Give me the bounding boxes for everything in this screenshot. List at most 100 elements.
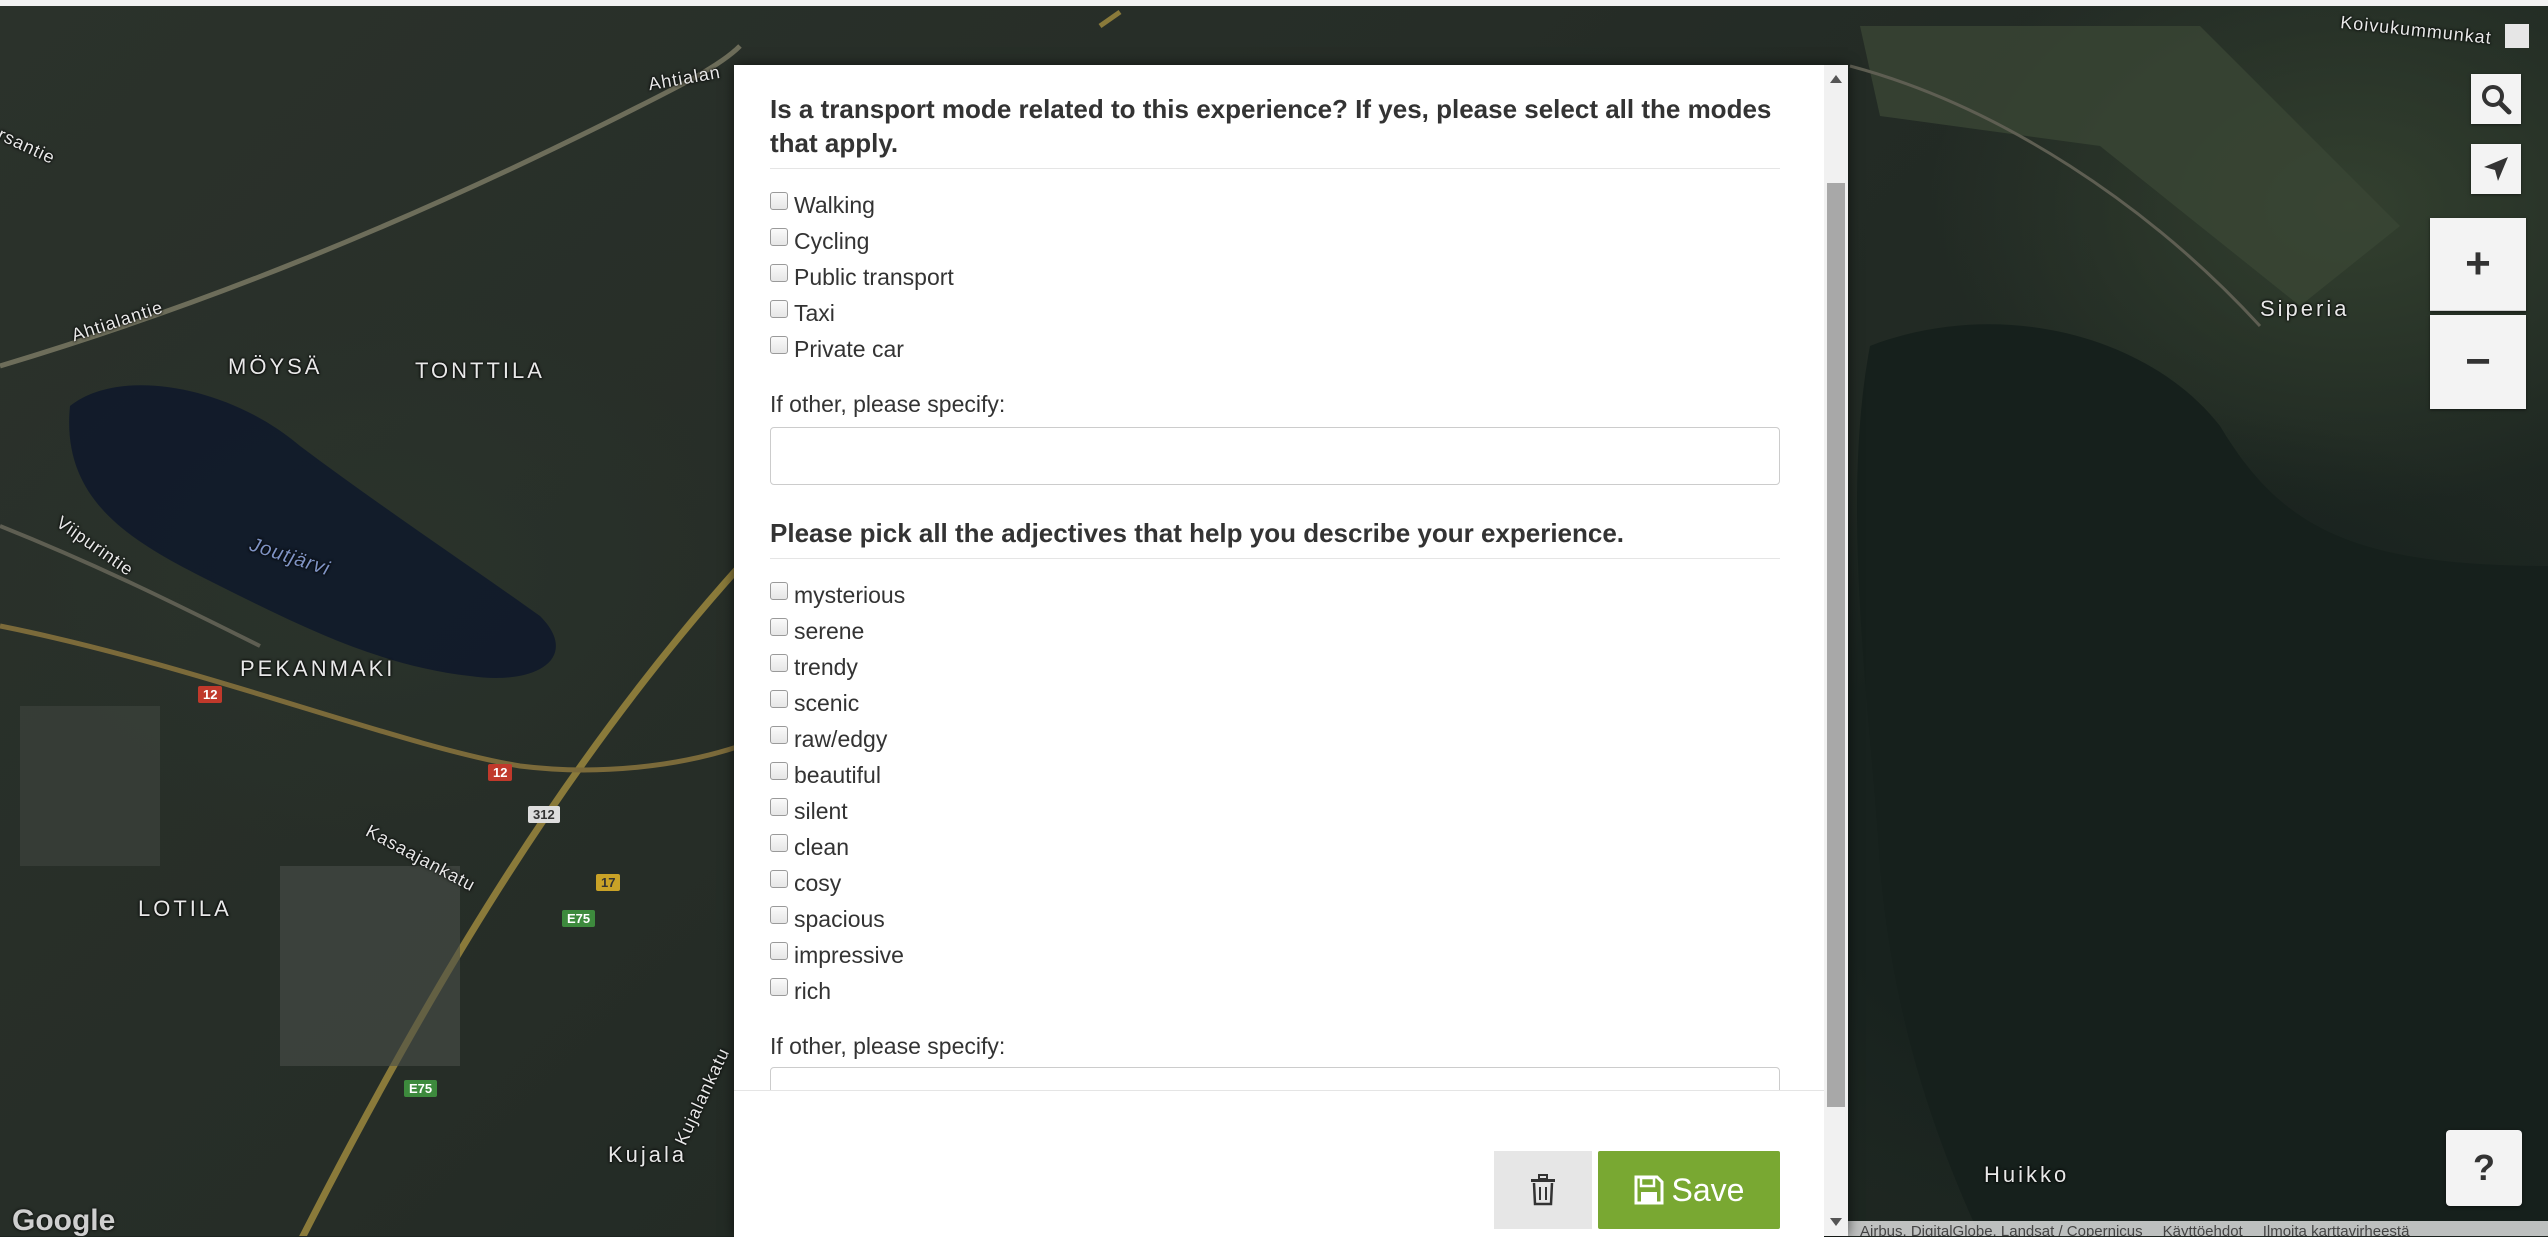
- map-label-kujala: Kujala: [608, 1142, 688, 1167]
- road-shield-12: 12: [198, 686, 223, 703]
- adjective-option-label: rich: [794, 977, 832, 1004]
- transport-option[interactable]: Private car: [770, 331, 954, 367]
- transport-checkbox[interactable]: [770, 228, 788, 246]
- adjective-option[interactable]: raw/edgy: [770, 721, 905, 757]
- transport-option-label: Public transport: [794, 263, 954, 290]
- scroll-up-arrow-icon[interactable]: [1830, 75, 1842, 83]
- adjective-option[interactable]: clean: [770, 829, 905, 865]
- experience-form-dialog: Is a transport mode related to this expe…: [734, 65, 1848, 1237]
- adjective-checkbox[interactable]: [770, 834, 788, 852]
- industrial-area: [280, 866, 460, 1066]
- lake-east: [1857, 324, 2548, 1236]
- adjective-checkbox[interactable]: [770, 762, 788, 780]
- adjectives-other-label: If other, please specify:: [770, 1033, 1006, 1059]
- adjective-option-label: cosy: [794, 869, 842, 896]
- delete-button[interactable]: [1494, 1151, 1592, 1229]
- adjective-option-label: trendy: [794, 653, 858, 680]
- map-search-button[interactable]: [2471, 74, 2521, 124]
- adjective-checkbox[interactable]: [770, 726, 788, 744]
- navigation-arrow-icon: [2484, 157, 2508, 181]
- industrial-area-2: [20, 706, 160, 866]
- adjective-checkbox[interactable]: [770, 582, 788, 600]
- map-label-lotila: LOTILA: [138, 896, 232, 921]
- adjective-checkbox[interactable]: [770, 690, 788, 708]
- adjective-option-label: raw/edgy: [794, 725, 888, 752]
- terms-link[interactable]: Käyttöehdot: [2163, 1223, 2243, 1236]
- attribution-imagery: Airbus, DigitalGlobe, Landsat / Copernic…: [1860, 1223, 2143, 1236]
- zoom-out-button[interactable]: −: [2430, 315, 2526, 409]
- adjective-option-label: spacious: [794, 905, 885, 932]
- road-shield-e75: E75: [404, 1080, 438, 1097]
- lake-joutjarvi: [69, 385, 556, 678]
- transport-option-label: Private car: [794, 335, 904, 362]
- transport-option[interactable]: Taxi: [770, 295, 954, 331]
- adjectives-question: Please pick all the adjectives that help…: [770, 516, 1780, 559]
- map-attribution: Airbus, DigitalGlobe, Landsat / Copernic…: [1848, 1221, 2548, 1236]
- map-label-tonttila: TONTTILA: [415, 358, 545, 383]
- adjective-option[interactable]: trendy: [770, 649, 905, 685]
- adjective-option-label: mysterious: [794, 581, 906, 608]
- adjective-option-label: clean: [794, 833, 849, 860]
- transport-other-input[interactable]: [770, 427, 1780, 485]
- adjective-option[interactable]: beautiful: [770, 757, 905, 793]
- help-button[interactable]: ?: [2446, 1130, 2522, 1206]
- adjective-checkbox[interactable]: [770, 906, 788, 924]
- zoom-in-button[interactable]: +: [2430, 218, 2526, 311]
- transport-checkbox[interactable]: [770, 264, 788, 282]
- my-location-button[interactable]: [2471, 144, 2521, 194]
- adjective-checkbox[interactable]: [770, 942, 788, 960]
- adjective-checkbox[interactable]: [770, 870, 788, 888]
- adjective-option[interactable]: silent: [770, 793, 905, 829]
- road-shield-312: 312: [528, 806, 560, 823]
- adjectives-other-input[interactable]: [770, 1067, 1780, 1090]
- road-shield-17: 17: [596, 874, 621, 891]
- dialog-footer: Save: [734, 1090, 1824, 1237]
- transport-checkbox[interactable]: [770, 300, 788, 318]
- trash-icon: [1531, 1174, 1555, 1206]
- floppy-disk-icon: [1634, 1175, 1664, 1205]
- road-shield-12: 12: [488, 764, 513, 781]
- transport-option-label: Cycling: [794, 227, 870, 254]
- transport-option[interactable]: Public transport: [770, 259, 954, 295]
- transport-question: Is a transport mode related to this expe…: [770, 92, 1780, 169]
- fields: [1860, 26, 2400, 306]
- scrollbar-thumb[interactable]: [1827, 183, 1845, 1107]
- dialog-scrollbar[interactable]: [1824, 65, 1848, 1236]
- map-label-siperia: Siperia: [2260, 296, 2350, 321]
- transport-other-label: If other, please specify:: [770, 391, 1006, 417]
- road-north: [1098, 9, 1122, 29]
- adjective-checkbox[interactable]: [770, 618, 788, 636]
- adjective-option[interactable]: cosy: [770, 865, 905, 901]
- transport-option-label: Walking: [794, 191, 875, 218]
- adjective-option[interactable]: mysterious: [770, 577, 905, 613]
- save-button-label: Save: [1671, 1171, 1745, 1208]
- adjective-option-label: impressive: [794, 941, 904, 968]
- adjective-option[interactable]: serene: [770, 613, 905, 649]
- transport-checkbox[interactable]: [770, 336, 788, 354]
- search-icon: [2482, 85, 2512, 115]
- form-scroll-area[interactable]: Is a transport mode related to this expe…: [734, 65, 1824, 1090]
- save-button[interactable]: Save: [1598, 1151, 1780, 1229]
- adjective-checkbox[interactable]: [770, 798, 788, 816]
- google-logo: Google: [12, 1204, 116, 1236]
- transport-option[interactable]: Walking: [770, 187, 954, 223]
- map-label-moysa: MÖYSÄ: [228, 354, 323, 379]
- map-type-toggle[interactable]: [2505, 24, 2529, 48]
- adjective-option[interactable]: rich: [770, 973, 905, 1009]
- report-map-error-link[interactable]: Ilmoita karttavirheestä: [2263, 1223, 2410, 1236]
- scroll-down-arrow-icon[interactable]: [1830, 1218, 1842, 1226]
- transport-options: Walking Cycling Public transport Taxi Privat…: [770, 187, 954, 367]
- adjective-checkbox[interactable]: [770, 978, 788, 996]
- map-label-pekanmaki: PEKANMAKI: [240, 656, 396, 681]
- transport-option-label: Taxi: [794, 299, 835, 326]
- transport-option[interactable]: Cycling: [770, 223, 954, 259]
- adjective-option-label: beautiful: [794, 761, 881, 788]
- adjective-checkbox[interactable]: [770, 654, 788, 672]
- adjective-option[interactable]: impressive: [770, 937, 905, 973]
- road-shield-e75: E75: [562, 910, 596, 927]
- adjective-option[interactable]: scenic: [770, 685, 905, 721]
- adjective-option-label: silent: [794, 797, 848, 824]
- transport-checkbox[interactable]: [770, 192, 788, 210]
- adjective-option[interactable]: spacious: [770, 901, 905, 937]
- adjective-option-label: serene: [794, 617, 865, 644]
